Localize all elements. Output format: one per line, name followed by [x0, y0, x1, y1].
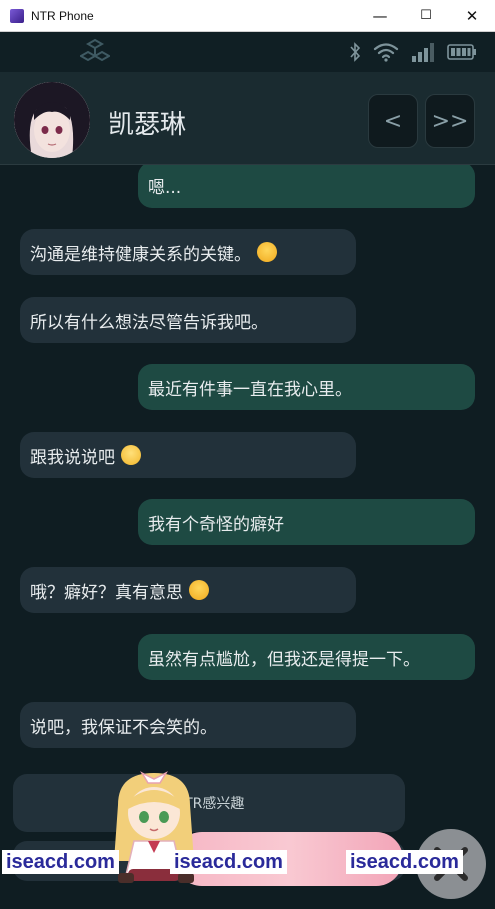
message-text: 说吧，我保证不会笑的。 — [30, 717, 217, 738]
prev-button[interactable]: < — [368, 94, 418, 148]
message-bubble: 虽然有点尴尬，但我还是得提一下。 — [138, 634, 475, 680]
contact-avatar[interactable] — [14, 82, 90, 158]
message-text: 虽然有点尴尬，但我还是得提一下。 — [148, 649, 420, 670]
cube-icon — [80, 38, 110, 62]
message-bubble: 说吧，我保证不会笑的。 — [20, 702, 356, 748]
minimize-button[interactable]: — — [357, 0, 403, 31]
message-bubble: 我有个奇怪的癖好 — [138, 499, 475, 545]
status-icons — [349, 42, 477, 62]
message-text: 跟我说说吧 — [30, 447, 115, 468]
message-text: 沟通是维持健康关系的关键。 — [30, 244, 251, 265]
message-text: 所以有什么想法尽管告诉我吧。 — [30, 312, 268, 333]
window-controls: — ☐ ✕ — [357, 0, 495, 31]
watermark-text: iseacd.com — [2, 850, 119, 874]
message-bubble: 跟我说说吧 — [20, 432, 356, 478]
skip-button[interactable]: >> — [425, 94, 475, 148]
watermark: iseacd.com iseacd.com iseacd.com — [0, 850, 495, 874]
status-bar — [0, 32, 495, 72]
message-bubble: 嗯... — [138, 165, 475, 208]
watermark-text: iseacd.com — [170, 850, 287, 874]
message-bubble: 沟通是维持健康关系的关键。 — [20, 229, 356, 275]
watermark-text: iseacd.com — [346, 850, 463, 874]
avatar-portrait — [14, 82, 90, 158]
contact-name: 凯瑟琳 — [108, 110, 187, 140]
app-icon — [10, 8, 24, 23]
message-bubble: 所以有什么想法尽管告诉我吧。 — [20, 297, 356, 343]
hugging-emoji-icon — [257, 242, 277, 262]
message-bubble: 哦？癖好？真有意思 — [20, 567, 356, 613]
smile-emoji-icon — [121, 445, 141, 465]
window-title: NTR Phone — [31, 8, 94, 23]
close-button[interactable]: ✕ — [449, 0, 495, 31]
message-text: 嗯... — [148, 177, 182, 198]
wifi-icon — [373, 43, 399, 62]
message-text: 哦？癖好？真有意思 — [30, 582, 183, 603]
message-text: 我有个奇怪的癖好 — [148, 514, 284, 535]
chat-area[interactable]: 嗯... 沟通是维持健康关系的关键。 所以有什么想法尽管告诉我吧。 最近有件事一… — [0, 165, 495, 909]
chat-header: 凯瑟琳 < >> — [0, 72, 495, 165]
bluetooth-icon — [350, 42, 361, 62]
window-titlebar: NTR Phone — ☐ ✕ — [0, 0, 495, 32]
signal-icon — [412, 43, 434, 62]
battery-icon — [447, 44, 476, 60]
maximize-button[interactable]: ☐ — [403, 0, 449, 31]
message-bubble: 最近有件事一直在我心里。 — [138, 364, 475, 410]
wink-tongue-emoji-icon — [189, 580, 209, 600]
message-text: 最近有件事一直在我心里。 — [148, 379, 352, 400]
